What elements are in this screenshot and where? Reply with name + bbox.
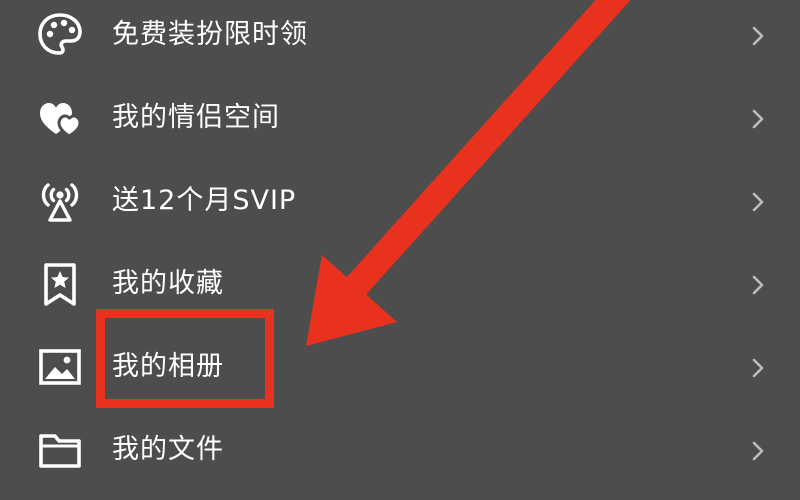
menu-screen: 免费装扮限时领 我的情侣空间 送12个月SVIP 我的收藏 我的相册 我的文件 [0,0,800,500]
menu-item-label: 我的情侣空间 [112,102,280,133]
chevron-right-icon [748,107,768,131]
menu-item-label: 免费装扮限时领 [112,19,308,50]
bookmark-star-icon [36,260,84,308]
hearts-icon [36,94,84,142]
menu-item-label: 我的文件 [112,434,224,465]
menu-item-free-dressup[interactable]: 免费装扮限时领 [0,0,800,76]
broadcast-tower-icon [36,177,84,225]
chevron-right-icon [748,24,768,48]
chevron-right-icon [748,356,768,380]
menu-item-label: 我的收藏 [112,268,224,299]
chevron-right-icon [748,439,768,463]
image-icon [36,343,84,391]
menu-item-files[interactable]: 我的文件 [0,409,800,491]
menu-item-label: 送12个月SVIP [112,185,297,216]
annotation-highlight-box [96,309,274,408]
chevron-right-icon [748,190,768,214]
menu-item-couple-space[interactable]: 我的情侣空间 [0,77,800,159]
palette-icon [36,11,84,59]
menu-item-svip[interactable]: 送12个月SVIP [0,160,800,242]
chevron-right-icon [748,273,768,297]
folder-icon [36,426,84,474]
